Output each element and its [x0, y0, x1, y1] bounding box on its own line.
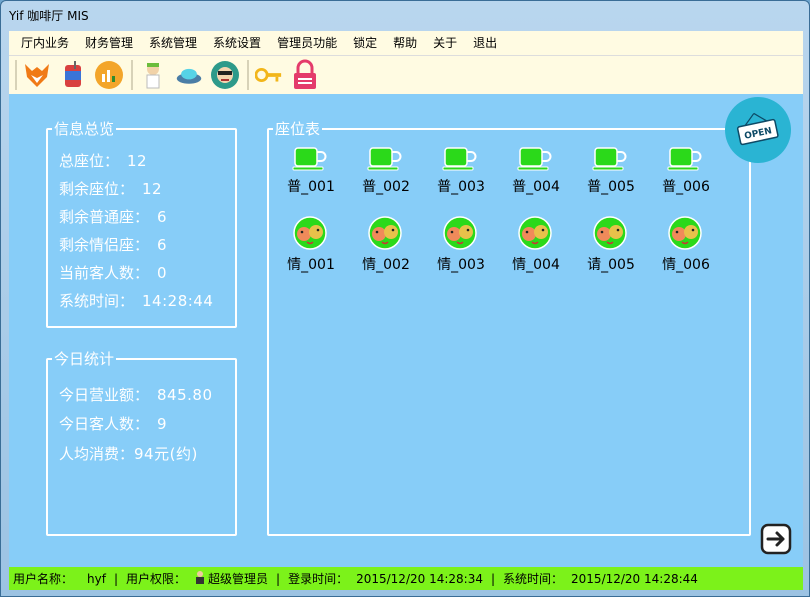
menu-about[interactable]: 关于: [425, 31, 465, 56]
window-title: Yif 咖啡厅 MIS: [9, 9, 89, 23]
seat-normal-4[interactable]: 普_004: [506, 144, 566, 196]
avg-spend-value: 94元(约): [134, 445, 198, 463]
seat-normal-3[interactable]: 普_003: [431, 144, 491, 196]
coffee-cup-icon: [366, 144, 402, 174]
seat-lover-2[interactable]: 情_002: [356, 216, 416, 273]
remaining-normal-value: 6: [157, 208, 168, 226]
status-perm-label: 用户权限：: [126, 572, 187, 586]
coffee-cup-icon: [291, 144, 327, 174]
remaining-lover-row: 剩余情侣座： 6: [59, 236, 168, 254]
seat-label: 情_002: [362, 257, 410, 273]
lover-seat-icon: [668, 216, 702, 250]
chart-coin-icon[interactable]: [95, 61, 123, 89]
current-guests-row: 当前客人数： 0: [59, 264, 168, 282]
remaining-lover-value: 6: [157, 236, 168, 254]
drink-cup-icon[interactable]: [59, 61, 87, 89]
today-revenue-row: 今日营业额： 845.80: [59, 386, 213, 404]
toolbar-separator: [247, 60, 249, 90]
seat-label: 请_005: [587, 257, 635, 273]
menu-finance[interactable]: 财务管理: [77, 31, 141, 56]
today-revenue-value: 845.80: [157, 386, 213, 404]
system-time-row: 系统时间： 14:28:44: [59, 292, 214, 310]
lover-seat-icon: [593, 216, 627, 250]
status-sys-label: 系统时间：: [503, 572, 564, 586]
seat-normal-6[interactable]: 普_006: [656, 144, 716, 196]
status-separator: |: [113, 571, 118, 586]
status-user-value: hyf: [87, 571, 106, 586]
seat-label: 情_003: [437, 257, 485, 273]
avg-spend-row: 人均消费：94元(约): [59, 445, 198, 463]
today-guests-value: 9: [157, 415, 168, 433]
title-bar[interactable]: Yif 咖啡厅 MIS: [1, 1, 809, 31]
current-guests-value: 0: [157, 264, 168, 282]
lock-icon[interactable]: [291, 59, 319, 89]
coffee-cup-icon: [666, 144, 702, 174]
menu-help[interactable]: 帮助: [385, 31, 425, 56]
today-guests-row: 今日客人数： 9: [59, 415, 168, 433]
coffee-cup-icon: [516, 144, 552, 174]
menu-system-manage[interactable]: 系统管理: [141, 31, 205, 56]
seat-label: 普_003: [437, 179, 485, 195]
system-time-value: 14:28:44: [142, 292, 214, 310]
seat-table-title: 座位表: [275, 120, 321, 138]
seat-label: 普_002: [362, 179, 410, 195]
admin-avatar-icon: [194, 570, 206, 587]
seat-label: 情_001: [287, 257, 335, 273]
today-stats-title: 今日统计: [54, 350, 115, 368]
seat-label: 情_006: [662, 257, 710, 273]
seat-label: 普_004: [512, 179, 560, 195]
status-user-label: 用户名称：: [13, 572, 74, 586]
lover-seat-icon: [293, 216, 327, 250]
remaining-normal-row: 剩余普通座： 6: [59, 208, 168, 226]
menu-bar: 厅内业务 财务管理 系统管理 系统设置 管理员功能 锁定 帮助 关于 退出: [9, 31, 803, 56]
menu-system-settings[interactable]: 系统设置: [205, 31, 269, 56]
seat-label: 普_005: [587, 179, 635, 195]
coffee-cup-icon: [591, 144, 627, 174]
lover-seat-icon: [518, 216, 552, 250]
ufo-button-icon[interactable]: [175, 61, 203, 89]
seat-lover-1[interactable]: 情_001: [281, 216, 341, 273]
menu-lock[interactable]: 锁定: [345, 31, 385, 56]
total-seats-value: 12: [127, 152, 148, 170]
toolbar-separator: [131, 60, 133, 90]
status-sys-value: 2015/12/20 14:28:44: [571, 571, 698, 586]
menu-hall-business[interactable]: 厅内业务: [9, 31, 77, 56]
seat-label: 情_004: [512, 257, 560, 273]
seat-label: 普_001: [287, 179, 335, 195]
open-sign-button[interactable]: OPEN: [725, 97, 791, 163]
seat-normal-2[interactable]: 普_002: [356, 144, 416, 196]
toolbar-separator: [15, 60, 17, 90]
info-overview-title: 信息总览: [54, 120, 115, 138]
main-window: Yif 咖啡厅 MIS 厅内业务 财务管理 系统管理 系统设置 管理员功能 锁定…: [0, 0, 810, 597]
status-login-label: 登录时间：: [288, 572, 349, 586]
waiter-icon[interactable]: [139, 61, 167, 89]
total-seats-row: 总座位： 12: [59, 152, 148, 170]
menu-exit[interactable]: 退出: [465, 31, 505, 56]
lover-seat-icon: [443, 216, 477, 250]
seat-normal-5[interactable]: 普_005: [581, 144, 641, 196]
seat-lover-3[interactable]: 情_003: [431, 216, 491, 273]
seat-lover-5[interactable]: 请_005: [581, 216, 641, 273]
remaining-seats-row: 剩余座位： 12: [59, 180, 163, 198]
seat-label: 普_006: [662, 179, 710, 195]
seat-lover-6[interactable]: 情_006: [656, 216, 716, 273]
remaining-seats-value: 12: [142, 180, 163, 198]
status-login-value: 2015/12/20 14:28:34: [356, 571, 483, 586]
logout-icon[interactable]: [759, 522, 793, 556]
coffee-cup-icon: [441, 144, 477, 174]
toolbar: [9, 56, 803, 94]
fox-icon[interactable]: [23, 61, 51, 89]
seat-normal-1[interactable]: 普_001: [281, 144, 341, 196]
face-icon[interactable]: [211, 61, 239, 89]
status-separator: |: [276, 571, 281, 586]
menu-admin-functions[interactable]: 管理员功能: [269, 31, 345, 56]
key-icon[interactable]: [255, 61, 283, 89]
status-perm-value: 超级管理员: [208, 572, 269, 586]
status-bar: 用户名称： hyf | 用户权限： 超级管理员 | 登录时间： 2015/12/…: [9, 567, 803, 590]
main-panel: 信息总览 总座位： 12 剩余座位： 12 剩余普通座： 6 剩余情侣座： 6 当前客人…: [9, 94, 803, 567]
lover-seat-icon: [368, 216, 402, 250]
today-stats-group: 今日统计: [46, 348, 237, 536]
status-separator: |: [490, 571, 496, 586]
seat-lover-4[interactable]: 情_004: [506, 216, 566, 273]
